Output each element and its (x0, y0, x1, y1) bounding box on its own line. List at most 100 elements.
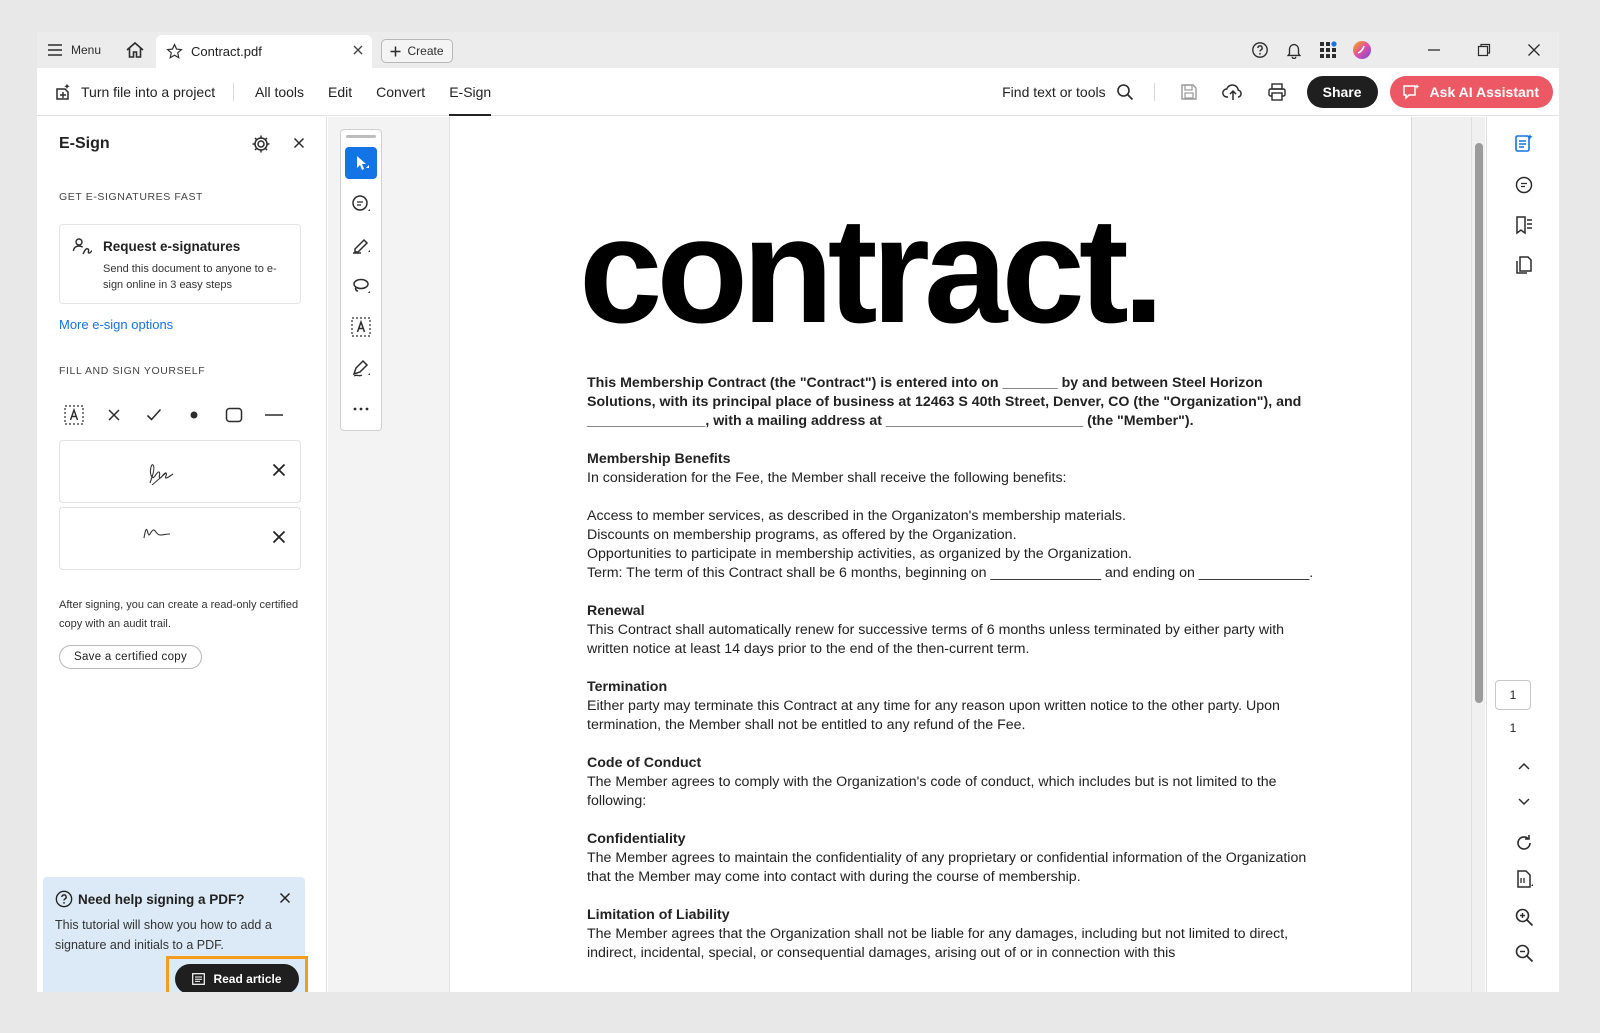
section-title: Membership Benefits (587, 451, 731, 467)
panel-title: E-Sign (59, 135, 110, 152)
section-text: The Member agrees that the Organization … (587, 926, 1293, 961)
comment-icon[interactable] (345, 188, 377, 220)
read-article-button[interactable]: Read article (175, 964, 299, 992)
line-icon[interactable] (261, 402, 287, 428)
toolbar-nav: All tools Edit Convert E-Sign (255, 68, 515, 116)
ai-label: Ask AI Assistant (1429, 84, 1539, 100)
pages-thumbnails-icon[interactable] (1487, 255, 1559, 275)
help-card: Need help signing a PDF? This tutorial w… (43, 877, 308, 992)
close-tab-icon[interactable] (352, 44, 364, 56)
nav-convert[interactable]: Convert (376, 68, 425, 116)
title-bar: Menu Contract.pdf Create (37, 32, 1559, 68)
right-rail: 1 1 (1486, 117, 1559, 992)
sign-pen-icon[interactable] (345, 352, 377, 384)
tab-contract[interactable]: Contract.pdf (156, 35, 372, 68)
turn-into-project-button[interactable]: Turn file into a project (53, 68, 215, 116)
highlight-pen-icon[interactable] (345, 229, 377, 261)
request-esignatures-card[interactable]: Request e-signatures Send this document … (59, 224, 301, 304)
saved-signature[interactable] (59, 440, 301, 503)
bookmarks-icon[interactable] (1487, 215, 1559, 235)
divider (233, 83, 234, 101)
lasso-draw-icon[interactable] (345, 270, 377, 302)
section-text: In consideration for the Fee, the Member… (587, 470, 1067, 486)
text-field-icon[interactable] (61, 402, 87, 428)
help-description: This tutorial will show you how to add a… (55, 918, 272, 952)
restore-icon[interactable] (1459, 43, 1509, 57)
cross-mark-icon[interactable] (101, 402, 127, 428)
main-toolbar: Turn file into a project All tools Edit … (37, 68, 1559, 116)
document-body: This Membership Contract (the "Contract"… (587, 374, 1327, 963)
help-circle-icon (55, 890, 73, 908)
section-text: Either party may terminate this Contract… (587, 698, 1284, 733)
close-window-icon[interactable] (1509, 43, 1559, 57)
create-button[interactable]: Create (381, 39, 453, 63)
ai-assistant-button[interactable]: Ask AI Assistant (1389, 76, 1553, 108)
apps-grid-icon[interactable] (1311, 41, 1345, 59)
rotate-icon[interactable] (1487, 833, 1559, 853)
request-signatures-icon (72, 237, 94, 257)
page-up-icon[interactable] (1487, 761, 1559, 771)
select-pointer-icon[interactable] (345, 147, 377, 179)
add-text-icon[interactable] (345, 311, 377, 343)
star-icon[interactable] (166, 43, 183, 60)
comments-panel-icon[interactable] (1487, 175, 1559, 195)
divider (1153, 83, 1155, 101)
section-title: Confidentiality (587, 831, 686, 847)
dot-icon[interactable] (181, 402, 207, 428)
request-title: Request e-signatures (103, 239, 241, 254)
total-pages: 1 (1509, 721, 1517, 735)
check-mark-icon[interactable] (141, 402, 167, 428)
delete-initials-icon[interactable] (272, 530, 286, 544)
quick-tools-strip (340, 129, 382, 431)
request-description: Send this document to anyone to e-sign o… (103, 263, 277, 291)
section-title: Termination (587, 679, 668, 695)
current-page-input[interactable]: 1 (1495, 680, 1531, 710)
pdf-page[interactable]: contract. This Membership Contract (the … (451, 117, 1411, 992)
close-help-icon[interactable] (279, 892, 291, 904)
section-title: Limitation of Liability (587, 907, 730, 923)
zoom-in-icon[interactable] (1487, 907, 1559, 927)
cloud-upload-icon[interactable] (1211, 82, 1255, 102)
quick-tools-area (328, 117, 450, 992)
save-certified-copy-button[interactable]: Save a certified copy (59, 645, 203, 669)
create-label: Create (407, 44, 444, 58)
document-viewer[interactable]: contract. This Membership Contract (the … (451, 117, 1485, 992)
close-panel-icon[interactable] (293, 137, 305, 149)
more-esign-options-link[interactable]: More e-sign options (59, 317, 173, 332)
document-ai-icon[interactable] (1487, 133, 1559, 153)
help-icon[interactable] (1243, 41, 1277, 59)
rounded-rect-icon[interactable] (221, 402, 247, 428)
gear-icon[interactable] (251, 134, 271, 154)
minimize-icon[interactable] (1409, 43, 1459, 57)
find-text-or-tools[interactable]: Find text or tools (1002, 83, 1134, 101)
home-icon[interactable] (125, 40, 145, 60)
zoom-out-icon[interactable] (1487, 943, 1559, 963)
app-window: Menu Contract.pdf Create Turn file into … (37, 32, 1559, 992)
fit-page-icon[interactable] (1487, 869, 1559, 889)
drag-handle[interactable] (346, 135, 376, 138)
creative-cloud-icon[interactable] (1345, 40, 1379, 60)
section-heading-fill: FILL AND SIGN YOURSELF (59, 365, 206, 377)
menu-button[interactable]: Menu (47, 32, 101, 68)
vertical-scrollbar[interactable] (1471, 117, 1485, 992)
section-title: Code of Conduct (587, 755, 702, 771)
share-button[interactable]: Share (1306, 76, 1378, 108)
save-icon[interactable] (1167, 83, 1211, 101)
delete-signature-icon[interactable] (272, 463, 286, 477)
scrollbar-thumb[interactable] (1475, 143, 1483, 703)
bell-icon[interactable] (1277, 41, 1311, 59)
more-tools-icon[interactable] (345, 393, 377, 425)
nav-edit[interactable]: Edit (328, 68, 352, 116)
print-icon[interactable] (1255, 82, 1299, 102)
list-item: Discounts on membership programs, as off… (587, 527, 1017, 543)
nav-all-tools[interactable]: All tools (255, 68, 304, 116)
page-down-icon[interactable] (1487, 797, 1559, 807)
signature-image (130, 455, 190, 489)
ai-chat-icon (1402, 83, 1422, 101)
highlight-frame: Read article (166, 956, 308, 992)
menu-label: Menu (71, 43, 102, 57)
nav-esign[interactable]: E-Sign (449, 68, 492, 116)
tab-title: Contract.pdf (191, 44, 262, 59)
saved-initials[interactable] (59, 507, 301, 570)
plus-icon (390, 46, 401, 57)
